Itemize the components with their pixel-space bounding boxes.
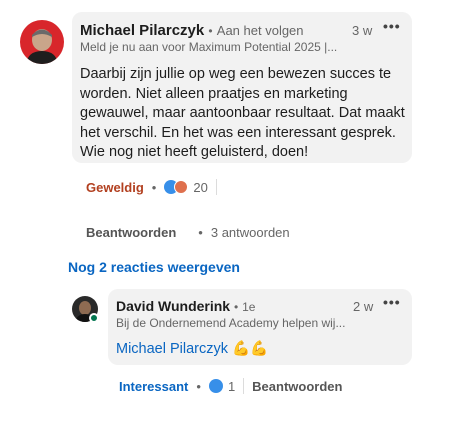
author-name[interactable]: Michael Pilarczyk xyxy=(80,22,204,39)
follow-status: Aan het volgen xyxy=(216,23,304,38)
online-status-indicator xyxy=(89,313,99,323)
more-options-icon[interactable]: ••• xyxy=(383,294,401,310)
replies-count[interactable]: 3 antwoorden xyxy=(211,225,290,240)
reply-timestamp: 2 w xyxy=(353,299,374,314)
separator-dot: • xyxy=(233,300,239,314)
divider xyxy=(243,378,245,394)
connection-degree: 1e xyxy=(242,300,256,314)
like-icon xyxy=(208,379,223,393)
reply-button[interactable]: Beantwoorden xyxy=(86,225,176,240)
more-options-icon[interactable]: ••• xyxy=(383,18,401,34)
divider xyxy=(215,179,217,195)
separator-dot: • xyxy=(198,225,203,240)
reaction-count: 20 xyxy=(193,179,208,195)
author-headline: Bij de Ondernemend Academy helpen wij... xyxy=(116,316,346,330)
emoji: 💪💪 xyxy=(232,341,269,357)
reactions-summary[interactable]: 1 xyxy=(208,378,236,394)
comment-author[interactable]: Michael Pilarczyk • Aan het volgen xyxy=(80,22,304,39)
reply-author[interactable]: David Wunderink • 1e xyxy=(116,298,255,314)
show-more-replies-link[interactable]: Nog 2 reacties weergeven xyxy=(68,259,240,275)
mention-link[interactable]: Michael Pilarczyk xyxy=(116,341,228,357)
author-headline: Meld je nu aan voor Maximum Potential 20… xyxy=(80,40,338,54)
reply-button[interactable]: Beantwoorden xyxy=(252,379,342,394)
reply-text: Michael Pilarczyk 💪💪 xyxy=(116,340,268,357)
comment-text: Daarbij zijn jullie op weg een bewezen s… xyxy=(80,66,405,160)
comment-actions: Geweldig • 20 xyxy=(86,179,225,195)
reactions-summary[interactable]: 20 xyxy=(164,179,208,195)
separator-dot: • xyxy=(196,378,201,394)
reaction-button[interactable]: Geweldig xyxy=(86,180,144,195)
author-name[interactable]: David Wunderink xyxy=(116,298,230,314)
separator-dot: • xyxy=(151,179,157,195)
love-icon xyxy=(174,180,189,194)
reply-actions: Beantwoorden • 3 antwoorden xyxy=(86,225,290,240)
avatar-image xyxy=(20,20,64,64)
reply-comment-actions: Interessant • 1 Beantwoorden xyxy=(119,378,342,394)
comment-timestamp: 3 w xyxy=(352,23,373,38)
separator-dot: • xyxy=(208,24,213,38)
avatar-michael-pilarczyk[interactable] xyxy=(20,20,64,64)
reaction-count: 1 xyxy=(227,378,236,394)
reaction-button[interactable]: Interessant xyxy=(119,379,188,394)
